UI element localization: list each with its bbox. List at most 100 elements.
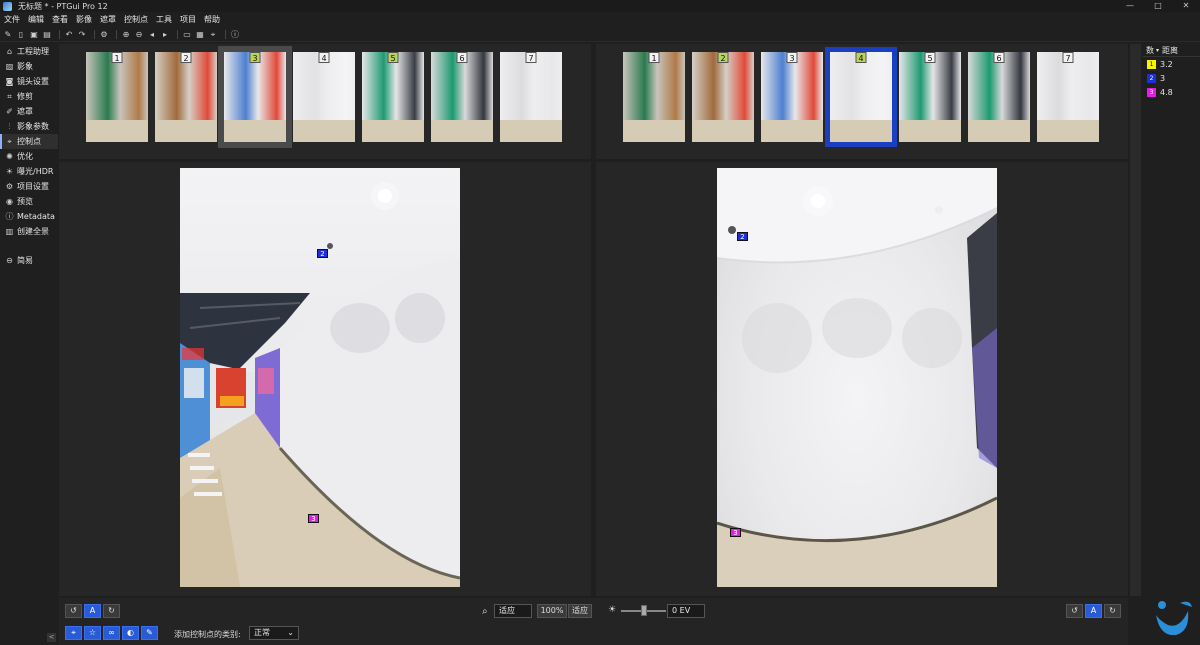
zoom-out-icon[interactable]: ⊖: [134, 30, 144, 40]
right-image-viewer[interactable]: 2 3: [596, 162, 1128, 596]
rotate-left-button-right[interactable]: ↺: [1066, 604, 1083, 618]
right-image[interactable]: 2 3: [717, 168, 997, 587]
crop-icon: ⌗: [7, 91, 12, 101]
control-point-marker[interactable]: 3: [730, 528, 741, 537]
thumbnail-3[interactable]: 3: [761, 52, 823, 142]
auto-button-right[interactable]: A: [1085, 604, 1102, 618]
add-point-icon[interactable]: ⌖: [65, 626, 82, 640]
panorama-editor-icon[interactable]: ▭: [182, 30, 192, 40]
thumbnail-4[interactable]: 4: [825, 47, 897, 147]
thumbnail-number: 4: [318, 52, 330, 63]
rotate-right-button-right[interactable]: ↻: [1104, 604, 1121, 618]
menu-control-points[interactable]: 控制点: [120, 14, 152, 25]
thumbnail-7[interactable]: 7: [1037, 52, 1099, 142]
ev-slider-handle[interactable]: [641, 605, 647, 616]
sidebar-item-project-assistant[interactable]: ⌂ 工程助理: [0, 44, 58, 59]
new-project-icon[interactable]: ✎: [3, 30, 13, 40]
left-image[interactable]: 2 3: [180, 168, 460, 587]
save-icon[interactable]: ▣: [29, 30, 39, 40]
minimize-button[interactable]: —: [1116, 0, 1144, 12]
thumbnail-1[interactable]: 1: [86, 52, 148, 142]
zoom-in-icon[interactable]: ⊕: [121, 30, 131, 40]
menu-file[interactable]: 文件: [0, 14, 24, 25]
table-icon[interactable]: ▦: [195, 30, 205, 40]
thumbnail-2[interactable]: 2: [692, 52, 754, 142]
vertical-scrollbar[interactable]: [1130, 44, 1141, 596]
eyedropper-icon[interactable]: ✎: [141, 626, 158, 640]
redo-icon[interactable]: ↷: [77, 30, 87, 40]
maximize-button[interactable]: □: [1144, 0, 1172, 12]
info-icon[interactable]: ⓘ: [230, 30, 240, 40]
sidebar-item-create-panorama[interactable]: ▥ 创建全景: [0, 224, 58, 239]
sidebar-item-lens-settings[interactable]: ◙ 镜头设置: [0, 74, 58, 89]
column-distance[interactable]: 距离: [1159, 45, 1178, 56]
menu-tools[interactable]: 工具: [152, 14, 176, 25]
cp-type-select[interactable]: 正常 ⌄: [249, 626, 299, 640]
menu-help[interactable]: 帮助: [200, 14, 224, 25]
pin-icon[interactable]: ⌖: [208, 30, 218, 40]
menu-images[interactable]: 影像: [72, 14, 96, 25]
link-icon[interactable]: ∞: [103, 626, 120, 640]
sidebar-item-exposure-hdr[interactable]: ☀ 曝光/HDR: [0, 164, 58, 179]
star-icon[interactable]: ☆: [84, 626, 101, 640]
auto-button[interactable]: A: [84, 604, 101, 618]
sidebar-item-crop[interactable]: ⌗ 修剪: [0, 89, 58, 104]
sidebar-item-label: 预览: [17, 197, 33, 206]
sidebar-item-simple[interactable]: ⊖ 简易: [0, 253, 58, 268]
right-thumbnail-strip: 1 2 3 4 5 6 7: [596, 44, 1128, 159]
cp-row[interactable]: 3 4.8: [1143, 85, 1200, 99]
thumbnail-3[interactable]: 3: [218, 46, 292, 148]
bottom-bar: ↺ A ↻ ⌖ ☆ ∞ ◐ ✎ 添加控制点的类别: 正常 ⌄ ⌕ 适应 100% …: [59, 598, 1128, 645]
thumbnail-floor: [761, 120, 823, 142]
menu-view[interactable]: 查看: [48, 14, 72, 25]
sidebar-item-control-points[interactable]: ⌖ 控制点: [0, 134, 58, 149]
thumbnail-1[interactable]: 1: [623, 52, 685, 142]
contrast-icon[interactable]: ◐: [122, 626, 139, 640]
sidebar-item-optimize[interactable]: ✺ 优化: [0, 149, 58, 164]
thumbnail-6[interactable]: 6: [968, 52, 1030, 142]
thumbnail-4[interactable]: 4: [293, 52, 355, 142]
column-number[interactable]: 数: [1143, 45, 1154, 56]
sidebar-item-project-settings[interactable]: ⚙ 项目设置: [0, 179, 58, 194]
prev-icon[interactable]: ◂: [147, 30, 157, 40]
thumbnail-5[interactable]: 5: [362, 52, 424, 142]
cp-row[interactable]: 2 3: [1143, 71, 1200, 85]
next-icon[interactable]: ▸: [160, 30, 170, 40]
thumbnail-5[interactable]: 5: [899, 52, 961, 142]
rotate-left-button[interactable]: ↺: [65, 604, 82, 618]
save-as-icon[interactable]: ▤: [42, 30, 52, 40]
sidebar-item-image-params[interactable]: ⫶ 影象参数: [0, 119, 58, 134]
undo-icon[interactable]: ↶: [64, 30, 74, 40]
right-image-content: [717, 168, 997, 587]
control-point-marker[interactable]: 2: [737, 232, 748, 241]
thumbnail-number: 2: [717, 52, 729, 63]
sidebar-item-label: 优化: [17, 152, 33, 161]
sidebar-item-images[interactable]: ▨ 影象: [0, 59, 58, 74]
toolbar-divider: [94, 30, 95, 39]
control-point-marker[interactable]: 2: [317, 249, 328, 258]
ev-value-field[interactable]: 0 EV: [667, 604, 705, 618]
close-button[interactable]: ✕: [1172, 0, 1200, 12]
zoom-mode-field[interactable]: 适应: [494, 604, 532, 618]
thumbnail-2[interactable]: 2: [155, 52, 217, 142]
menu-mask[interactable]: 遮罩: [96, 14, 120, 25]
thumbnail-6[interactable]: 6: [431, 52, 493, 142]
menu-edit[interactable]: 编辑: [24, 14, 48, 25]
menu-project[interactable]: 项目: [176, 14, 200, 25]
collapse-sidebar-button[interactable]: <: [47, 633, 56, 642]
control-point-marker[interactable]: 3: [308, 514, 319, 523]
left-image-viewer[interactable]: 2 3: [59, 162, 591, 596]
sidebar-item-metadata[interactable]: ⓘ Metadata: [0, 209, 58, 224]
zoom-100-button[interactable]: 100%: [537, 604, 567, 618]
sidebar-item-mask[interactable]: ✐ 遮罩: [0, 104, 58, 119]
thumbnail-7[interactable]: 7: [500, 52, 562, 142]
toolbar-divider: [225, 30, 226, 39]
cp-row[interactable]: 1 3.2: [1143, 57, 1200, 71]
rotate-right-button[interactable]: ↻: [103, 604, 120, 618]
sidebar-item-preview[interactable]: ◉ 预览: [0, 194, 58, 209]
brand-logo: [1156, 601, 1192, 636]
zoom-fit-button[interactable]: 适应: [568, 604, 592, 618]
open-icon[interactable]: ▯: [16, 30, 26, 40]
sun-icon: ☀: [608, 605, 617, 615]
settings-icon[interactable]: ⚙: [99, 30, 109, 40]
